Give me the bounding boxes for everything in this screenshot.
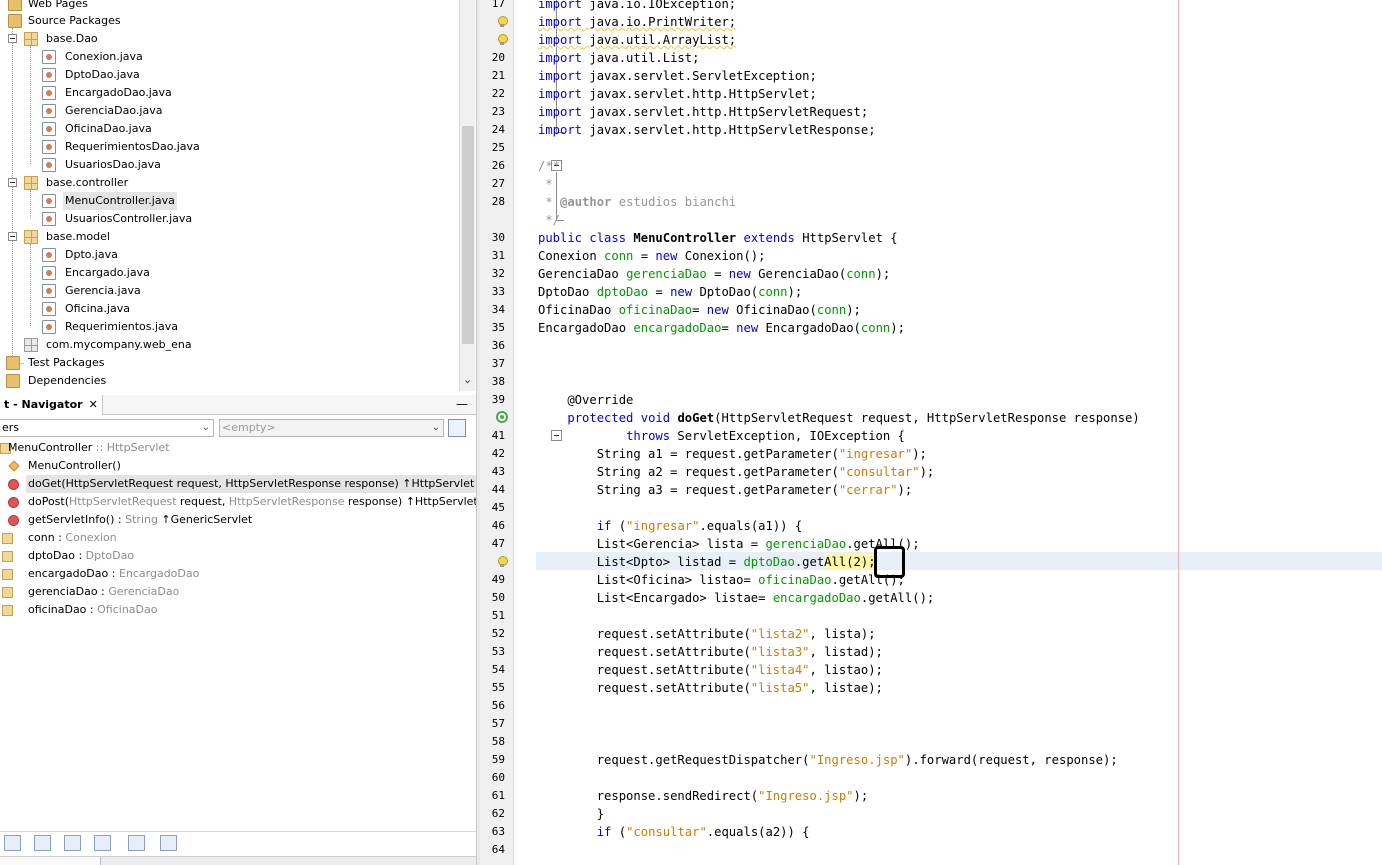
minimize-icon[interactable]: — [456, 397, 468, 411]
method-icon [8, 479, 19, 490]
right-margin-guide [1178, 0, 1179, 865]
tree-node-file[interactable]: EncargadoDao.java [0, 84, 440, 102]
tree-node-file[interactable]: UsuariosController.java [0, 210, 440, 228]
scroll-down-icon[interactable]: ⌄ [463, 373, 472, 386]
tab-label: t - Navigator [4, 398, 83, 411]
navigator-item-doget[interactable]: doGet(HttpServletRequest request, HttpSe… [0, 475, 477, 493]
code-editor[interactable]: 17 20 21 22 23 24 25 26 27 28 30 31 32 3… [480, 0, 1382, 865]
tree-node-file[interactable]: RequerimientosDao.java [0, 138, 440, 156]
tree-node-file[interactable]: Oficina.java [0, 300, 440, 318]
method-icon [8, 515, 19, 526]
hint-bulb-icon[interactable] [497, 16, 508, 28]
fold-margin [514, 0, 564, 865]
members-view-select[interactable]: ers ⌄ [0, 419, 214, 437]
navigator-item-field[interactable]: oficinaDao : OficinaDao [0, 601, 470, 619]
override-icon[interactable] [496, 411, 508, 423]
java-file-icon [42, 320, 56, 334]
tree-node-file[interactable]: DptoDao.java [0, 66, 440, 84]
folder-icon [8, 0, 22, 11]
navigator-item-field[interactable]: encargadoDao : EncargadoDao [0, 565, 470, 583]
sort-by-name-icon[interactable] [160, 835, 177, 851]
field-icon [2, 569, 13, 580]
sync-editor-button[interactable] [448, 419, 466, 437]
field-icon [2, 551, 13, 562]
collapse-toggle-icon[interactable] [8, 232, 17, 241]
chevron-down-icon: ⌄ [431, 422, 440, 433]
field-icon [2, 587, 13, 598]
tree-node-file-selected[interactable]: MenuController.java [0, 192, 440, 210]
close-icon[interactable]: ✕ [89, 398, 98, 411]
folder-icon [6, 374, 20, 388]
tree-node-base-model[interactable]: base.model [0, 228, 440, 246]
left-panel: Web Pages Source Packages base.Dao Conex… [0, 0, 478, 865]
package-icon [24, 230, 38, 244]
navigator-item-field[interactable]: dptoDao : DptoDao [0, 547, 470, 565]
scrollbar-thumb[interactable] [462, 126, 474, 344]
package-icon [24, 32, 38, 46]
show-static-icon[interactable] [34, 835, 51, 851]
field-icon [2, 605, 13, 616]
java-file-icon [42, 266, 56, 280]
vertical-scrollbar[interactable]: ⌄ [459, 0, 475, 391]
navigator-item-field[interactable]: conn : Conexion [0, 529, 470, 547]
java-file-icon [42, 68, 56, 82]
show-fields-icon[interactable] [4, 835, 21, 851]
navigator-toolbar [0, 831, 476, 853]
navigator-item-field[interactable]: gerenciaDao : GerenciaDao [0, 583, 470, 601]
projects-tree[interactable]: Web Pages Source Packages base.Dao Conex… [0, 0, 476, 391]
empty-package-icon [24, 338, 38, 352]
tree-node-source-packages[interactable]: Source Packages [0, 12, 440, 30]
java-file-icon [42, 194, 56, 208]
java-file-icon [42, 158, 56, 172]
folder-icon [6, 356, 20, 370]
navigator-item-constructor[interactable]: MenuController() [0, 457, 470, 475]
java-file-icon [42, 122, 56, 136]
tree-node-file[interactable]: Requerimientos.java [0, 318, 440, 336]
tree-node-base-controller[interactable]: base.controller [0, 174, 440, 192]
show-inherited-icon[interactable] [94, 835, 111, 851]
java-file-icon [42, 104, 56, 118]
tree-node-base-dao[interactable]: base.Dao [0, 30, 440, 48]
empty-select[interactable]: <empty> ⌄ [219, 419, 444, 437]
collapse-toggle-icon[interactable] [8, 34, 17, 43]
constructor-icon [8, 460, 20, 472]
tab-navigator[interactable]: t - Navigator ✕ [0, 395, 103, 415]
tree-node-empty-package[interactable]: com.mycompany.web_ena [0, 336, 440, 354]
java-file-icon [42, 302, 56, 316]
collapse-toggle-icon[interactable] [8, 178, 17, 187]
filter-icon[interactable] [128, 835, 145, 851]
tree-node-file[interactable]: Conexion.java [0, 48, 440, 66]
java-file-icon [42, 50, 56, 64]
navigator-item-class[interactable]: MenuController :: HttpServlet [0, 439, 470, 457]
tree-node-test-packages[interactable]: Test Packages [0, 354, 440, 372]
tree-node-file[interactable]: Dpto.java [0, 246, 440, 264]
caret-annotation-box [874, 546, 905, 578]
navigator-header: t - Navigator ✕ — [0, 395, 476, 415]
method-icon [8, 497, 19, 508]
package-icon [24, 176, 38, 190]
tree-node-file[interactable]: OficinaDao.java [0, 120, 440, 138]
tree-node-file[interactable]: GerenciaDao.java [0, 102, 440, 120]
line-number-gutter: 17 20 21 22 23 24 25 26 27 28 30 31 32 3… [480, 0, 514, 865]
lock-icon[interactable] [64, 835, 81, 851]
java-file-icon [42, 140, 56, 154]
navigator-filters: ers ⌄ <empty> ⌄ [0, 417, 476, 439]
tree-node-file[interactable]: UsuariosDao.java [0, 156, 440, 174]
hint-bulb-icon[interactable] [497, 34, 508, 46]
java-file-icon [42, 86, 56, 100]
hint-bulb-icon[interactable] [497, 556, 508, 568]
chevron-down-icon: ⌄ [201, 422, 210, 433]
bottom-tab[interactable] [0, 857, 101, 865]
navigator-item-getservletinfo[interactable]: getServletInfo() : String ↑GenericServle… [0, 511, 470, 529]
folder-icon [8, 14, 22, 28]
tree-node-file[interactable]: Encargado.java [0, 264, 440, 282]
java-file-icon [42, 248, 56, 262]
sort-by-source-icon[interactable] [190, 835, 207, 851]
java-file-icon [42, 212, 56, 226]
tree-node-file[interactable]: Gerencia.java [0, 282, 440, 300]
tree-node-dependencies[interactable]: Dependencies [0, 372, 440, 390]
java-file-icon [42, 284, 56, 298]
field-icon [2, 533, 13, 544]
navigator-item-dopost[interactable]: doPost(HttpServletRequest request, HttpS… [0, 493, 478, 511]
